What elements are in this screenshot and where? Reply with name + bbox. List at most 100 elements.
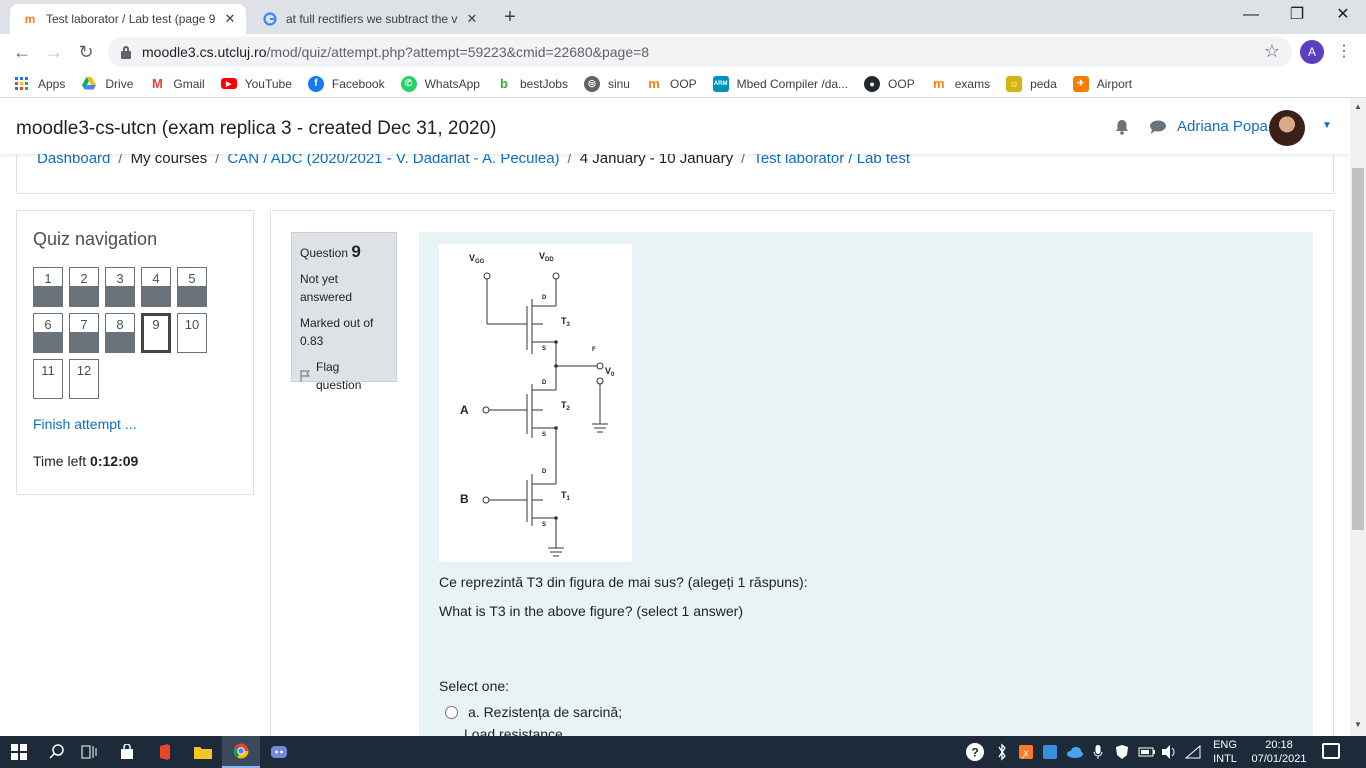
answer-option-a[interactable]: a. Rezistența de sarcină;: [445, 704, 622, 720]
question-number: Question 9: [300, 243, 388, 262]
quiz-nav-button-2[interactable]: 2: [69, 267, 99, 307]
scrollbar-thumb[interactable]: [1352, 168, 1364, 530]
reload-icon[interactable]: ↻: [72, 38, 100, 66]
flag-question-button[interactable]: Flag question: [300, 358, 388, 394]
new-tab-button[interactable]: +: [498, 6, 522, 30]
quiz-nav-button-12[interactable]: 12: [69, 359, 99, 399]
forward-icon[interactable]: →: [40, 38, 68, 66]
back-icon[interactable]: ←: [8, 38, 36, 66]
tab-google[interactable]: at full rectifiers we subtract the v ✕: [250, 4, 488, 34]
wifi-icon[interactable]: [1184, 736, 1202, 768]
close-tab-icon[interactable]: ✕: [464, 11, 480, 27]
close-tab-icon[interactable]: ✕: [222, 11, 238, 27]
bookmark-label: YouTube: [244, 76, 292, 91]
bookmark-youtube[interactable]: ▶ YouTube: [220, 76, 292, 91]
tray-bluetooth-icon[interactable]: [994, 736, 1010, 768]
quiz-nav-button-10[interactable]: 10: [177, 313, 207, 353]
avatar[interactable]: [1269, 110, 1305, 146]
tab-moodle[interactable]: m Test laborator / Lab test (page 9 o ✕: [10, 4, 246, 34]
close-window-button[interactable]: ✕: [1320, 0, 1366, 32]
bookmark-oop-github[interactable]: ● OOP: [864, 75, 915, 92]
label-d2: D: [542, 380, 547, 386]
quiz-nav-button-1[interactable]: 1: [33, 267, 63, 307]
chrome-taskbar-icon[interactable]: [222, 736, 260, 768]
bookmark-label: Apps: [38, 76, 66, 91]
address-bar[interactable]: moodle3.cs.utcluj.ro/mod/quiz/attempt.ph…: [108, 37, 1292, 67]
bookmark-whatsapp[interactable]: ✆ WhatsApp: [400, 75, 480, 92]
bookmark-airport[interactable]: ✈ Airport: [1072, 75, 1132, 92]
bookmark-star-icon[interactable]: ☆: [1264, 41, 1280, 62]
quiz-nav-button-label: 3: [116, 271, 124, 286]
quiz-nav-button-label: 5: [188, 271, 196, 286]
profile-avatar[interactable]: A: [1300, 40, 1324, 64]
bookmark-facebook[interactable]: f Facebook: [307, 75, 385, 92]
tab-strip: m Test laborator / Lab test (page 9 o ✕ …: [0, 0, 1366, 34]
bookmark-label: OOP: [888, 76, 915, 91]
whatsapp-icon: ✆: [400, 75, 417, 92]
bookmark-exams[interactable]: m exams: [931, 76, 990, 92]
site-name[interactable]: moodle3-cs-utcn (exam replica 3 - create…: [16, 118, 497, 140]
help-icon[interactable]: ?: [964, 736, 986, 768]
bookmark-mbed[interactable]: ARM Mbed Compiler /da...: [712, 75, 848, 92]
quiz-nav-button-5[interactable]: 5: [177, 267, 207, 307]
page-scrollbar[interactable]: ▲ ▼: [1350, 98, 1366, 736]
finish-attempt-link[interactable]: Finish attempt ...: [33, 416, 136, 432]
security-icon[interactable]: [1114, 736, 1130, 768]
minimize-button[interactable]: —: [1228, 0, 1274, 32]
discord-icon[interactable]: [260, 736, 298, 768]
scroll-down-icon[interactable]: ▼: [1350, 720, 1366, 734]
moodle-icon: m: [24, 12, 36, 26]
label-t2: T2: [561, 400, 571, 412]
quiz-nav-button-3[interactable]: 3: [105, 267, 135, 307]
radio-button[interactable]: [445, 705, 458, 719]
scroll-up-icon[interactable]: ▲: [1350, 102, 1366, 116]
answered-indicator: [34, 332, 62, 352]
bookmark-drive[interactable]: Drive: [81, 76, 133, 92]
windows-start-icon[interactable]: [0, 736, 38, 768]
bell-icon[interactable]: [1114, 119, 1130, 135]
bookmark-label: exams: [954, 76, 991, 91]
quiz-nav-button-7[interactable]: 7: [69, 313, 99, 353]
quiz-nav-button-6[interactable]: 6: [33, 313, 63, 353]
user-name[interactable]: Adriana Popa: [1177, 118, 1268, 135]
bookmark-apps[interactable]: Apps: [14, 76, 65, 92]
quiz-nav-button-9[interactable]: 9: [141, 313, 171, 353]
answered-indicator: [178, 286, 206, 306]
onedrive-icon[interactable]: [1066, 736, 1084, 768]
microphone-icon[interactable]: [1092, 736, 1104, 768]
task-view-icon[interactable]: [70, 736, 108, 768]
notifications-icon[interactable]: [1322, 743, 1340, 759]
label-v0: V0: [605, 366, 615, 378]
tray-app-icon[interactable]: [1042, 736, 1058, 768]
tray-xampp-icon[interactable]: ꭗ: [1018, 736, 1034, 768]
clock[interactable]: 20:18 07/01/2021: [1248, 738, 1310, 766]
bookmark-oop-moodle[interactable]: m OOP: [646, 76, 696, 92]
question-state: Not yet answered: [300, 272, 353, 304]
office-icon[interactable]: [146, 736, 184, 768]
chevron-down-icon[interactable]: ▼: [1322, 120, 1332, 131]
restore-button[interactable]: ❐: [1274, 0, 1320, 32]
clock-date: 07/01/2021: [1251, 753, 1307, 765]
bookmark-gmail[interactable]: M Gmail: [149, 76, 205, 92]
quiz-nav-button-4[interactable]: 4: [141, 267, 171, 307]
bookmark-bestjobs[interactable]: b bestJobs: [496, 76, 568, 92]
menu-kebab-icon[interactable]: ⋮: [1336, 38, 1352, 66]
question-grade: Marked out of 0.83: [300, 316, 374, 348]
volume-icon[interactable]: [1160, 736, 1178, 768]
file-explorer-icon[interactable]: [184, 736, 222, 768]
clock-time: 20:18: [1265, 739, 1293, 751]
peda-icon: ☺: [1006, 75, 1023, 92]
bookmark-sinu[interactable]: ◎ sinu: [583, 75, 630, 92]
quiz-nav-button-label: 6: [44, 317, 52, 332]
bookmark-peda[interactable]: ☺ peda: [1006, 75, 1057, 92]
battery-icon[interactable]: [1138, 736, 1156, 768]
input-language[interactable]: ENG INTL: [1208, 738, 1242, 766]
chat-icon[interactable]: [1149, 120, 1167, 134]
url-path: /mod/quiz/attempt.php?attempt=59223&cmid…: [266, 44, 650, 60]
answered-indicator: [70, 332, 98, 352]
store-icon[interactable]: [108, 736, 146, 768]
quiz-nav-button-label: 4: [152, 271, 160, 286]
quiz-nav-button-8[interactable]: 8: [105, 313, 135, 353]
quiz-nav-button-label: 8: [116, 317, 124, 332]
quiz-nav-button-11[interactable]: 11: [33, 359, 63, 399]
